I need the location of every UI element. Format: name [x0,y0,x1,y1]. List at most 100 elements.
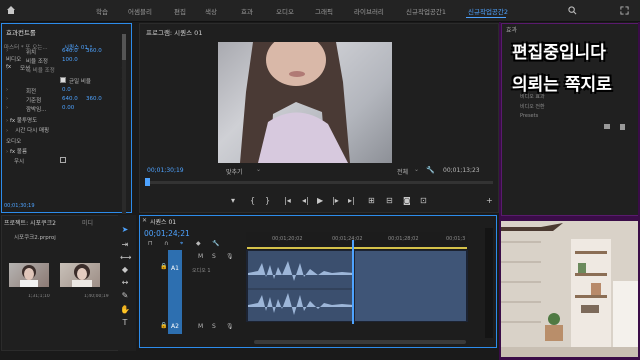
project-title[interactable]: 프로젝트: 시포쿠크2 [4,218,56,227]
section-volume[interactable]: › fx 볼륨 [6,147,27,155]
track-target-a1[interactable] [168,250,182,334]
effects-tree-item[interactable]: Presets [520,113,538,119]
effects-tree-item[interactable]: 비디오 전환 [520,103,545,110]
tab-workspace-2[interactable]: 신규작업공간2 [468,6,508,16]
scrollbar-thumb[interactable] [122,34,126,60]
tab-effects[interactable]: 효과 [241,6,253,16]
program-title[interactable]: 프로그램: 시퀀스 01 [146,27,202,37]
track-solo-icon[interactable]: S [212,323,216,330]
track-a2-label[interactable]: A2 [171,323,179,330]
linked-selection-icon[interactable]: ∩ [164,240,168,247]
scale-value[interactable]: 100.0 [62,57,78,63]
timeline-playhead[interactable] [352,240,354,324]
razor-tool-icon[interactable]: ◆ [120,265,130,275]
effect-row-scale-width[interactable]: › 폭 비율 조정 ↺ [4,66,132,74]
tab-audio[interactable]: 오디오 [276,6,294,16]
hand-tool-icon[interactable]: ✋ [120,305,130,315]
tab-color[interactable]: 색상 [205,6,217,16]
folder-icon[interactable] [604,124,610,129]
track-mute-icon[interactable]: M [198,323,203,330]
selection-tool-icon[interactable]: ➤ [120,225,130,235]
effect-row-position[interactable]: › 위치 640.0 360.0 ↺ [4,48,132,56]
audio-clip[interactable] [248,251,354,321]
home-icon[interactable] [6,5,16,15]
program-video-frame[interactable] [218,42,392,163]
uniform-checkbox[interactable] [60,77,66,83]
quality-dropdown[interactable]: 전체 [397,167,408,176]
tab-assembly[interactable]: 어셈블리 [128,6,152,16]
step-forward-icon[interactable]: |▸ [332,196,339,205]
track-mic-icon[interactable]: 🎙 [226,253,234,260]
mark-in-icon[interactable]: ▾ [231,196,235,205]
mark-in-bracket-icon[interactable]: { [250,196,255,205]
effect-row-scale[interactable]: › 비율 조정 100.0 ↺ [4,57,132,65]
lift-icon[interactable]: ⊞ [368,196,375,205]
lock-icon[interactable]: 🔒 [160,322,167,329]
anchor-y[interactable]: 360.0 [86,96,102,102]
type-tool-icon[interactable]: T [120,318,130,328]
bypass-checkbox[interactable] [60,157,66,163]
expand-icon[interactable] [620,6,629,15]
mark-out-bracket-icon[interactable]: } [265,196,270,205]
effect-controls-scrollbar[interactable] [122,34,126,214]
tab-edit[interactable]: 편집 [174,6,186,16]
tab-libraries[interactable]: 라이브러리 [354,6,384,16]
quality-dropdown-chevron-icon[interactable]: ⌄ [414,166,419,173]
track-select-tool-icon[interactable]: ⇥ [120,240,130,250]
effect-row-flicker[interactable]: › 깜박임... 0.00 ↺ [4,105,132,113]
program-playhead[interactable] [145,178,150,186]
work-area-bar[interactable] [247,247,467,249]
ripple-edit-tool-icon[interactable]: ⟷ [120,253,131,263]
track-a1-label[interactable]: A1 [171,265,179,272]
go-to-out-icon[interactable]: ▸| [348,196,355,205]
track-mic-icon[interactable]: 🎙 [226,323,234,330]
timeline-scrollbar[interactable] [254,340,466,344]
camera-icon[interactable]: ◙ [403,196,411,205]
effect-row-uniform[interactable]: 균일 비율 ↺ [4,77,132,85]
delete-icon[interactable] [620,124,625,130]
clip-thumbnail[interactable] [9,263,49,287]
timeline-timecode[interactable]: 00;01;24;21 [144,229,190,238]
track-mute-icon[interactable]: M [198,253,203,260]
close-icon[interactable]: ✕ [142,217,147,224]
effects-panel-title[interactable]: 효과 [506,25,517,34]
slip-tool-icon[interactable]: ↔ [120,278,130,288]
tab-workspace-1[interactable]: 신규작업공간1 [406,6,446,16]
effect-row-anchor[interactable]: › 기준점 640.0 360.0 ↺ [4,96,132,104]
comparison-icon[interactable]: ⊡ [420,196,427,205]
track-solo-icon[interactable]: S [212,253,216,260]
go-to-in-icon[interactable]: |◂ [284,196,291,205]
program-timecode[interactable]: 00;01;30;19 [147,167,184,174]
fit-dropdown-chevron-icon[interactable]: ⌄ [256,166,261,173]
play-icon[interactable]: ▶ [317,196,323,205]
position-y[interactable]: 360.0 [86,48,102,54]
effect-row-rotation[interactable]: › 회전 0.0 ↺ [4,87,132,95]
effect-controls-title[interactable]: 효과컨트롤 [6,27,36,37]
step-back-icon[interactable]: ◂| [302,196,309,205]
marker-icon[interactable]: ◆ [196,240,201,247]
section-time-remap[interactable]: › 시간 다시 매핑 [6,126,49,134]
position-x[interactable]: 640.0 [62,48,78,54]
tab-learn[interactable]: 학습 [96,6,108,16]
lock-icon[interactable]: 🔒 [160,263,167,270]
section-bypass[interactable]: 우시 [14,157,24,165]
section-opacity[interactable]: › fx 불투명도 [6,116,37,124]
audio-clip-empty[interactable] [355,251,466,321]
clip-thumbnail[interactable] [60,263,100,287]
timeline-title[interactable]: 시퀀스 01 [150,217,176,226]
add-button-icon[interactable]: + [486,196,493,205]
extract-icon[interactable]: ⊟ [386,196,393,205]
tab-graphics[interactable]: 그래픽 [315,6,333,16]
media-tab[interactable]: 미디 [82,218,93,227]
fit-dropdown[interactable]: 맞추기 [226,167,243,176]
flicker-value[interactable]: 0.00 [62,105,74,111]
anchor-x[interactable]: 640.0 [62,96,78,102]
program-scrub-bar[interactable] [145,181,493,184]
wrench-icon[interactable]: 🔧 [426,166,435,174]
search-icon[interactable] [568,6,577,15]
add-marker-icon[interactable]: ⌖ [180,240,183,248]
snap-icon[interactable]: ⊓ [148,240,153,247]
rotation-value[interactable]: 0.0 [62,87,71,93]
settings-wrench-icon[interactable]: 🔧 [212,240,219,247]
pen-tool-icon[interactable]: ✎ [120,291,130,301]
